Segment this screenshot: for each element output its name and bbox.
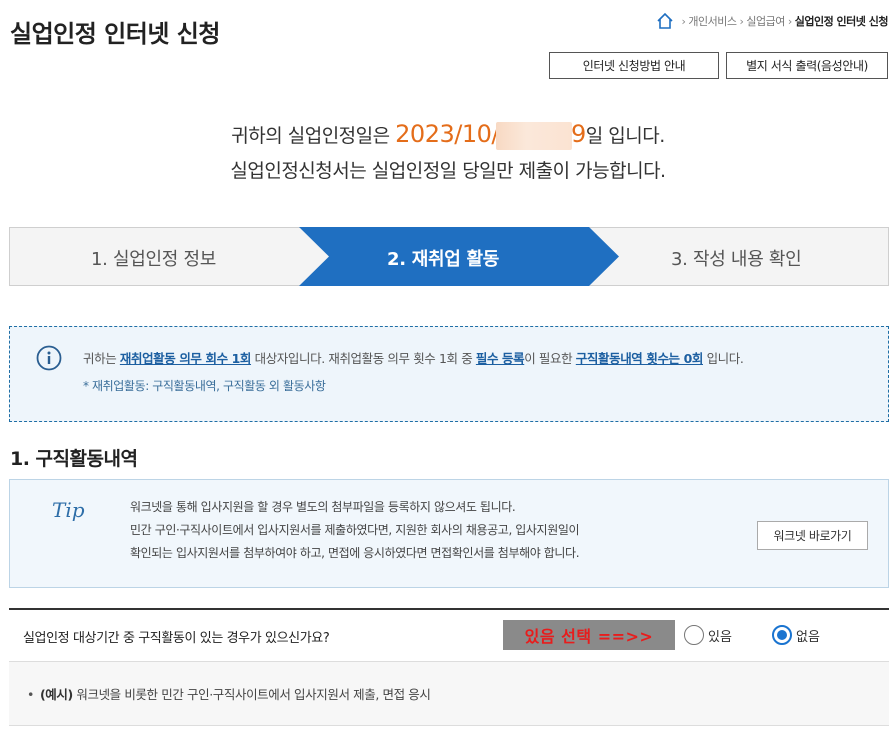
tip-box: Tip 워크넷을 통해 입사지원을 할 경우 별도의 첨부파일을 등록하지 않으…: [9, 479, 889, 588]
step-3: 3. 작성 내용 확인: [671, 249, 802, 270]
worknet-shortcut-button[interactable]: 워크넷 바로가기: [757, 521, 868, 550]
tip-text: 워크넷을 통해 입사지원을 할 경우 별도의 첨부파일을 등록하지 않으셔도 됩…: [130, 500, 580, 560]
progress-steps: 1. 실업인정 정보 2. 재취업 활동 3. 작성 내용 확인: [9, 227, 889, 286]
activity-definition-note: * 재취업활동: 구직활동내역, 구직활동 외 활동사항: [83, 379, 326, 393]
redaction-blur: [496, 122, 573, 150]
radio-yes-circle[interactable]: [684, 625, 704, 645]
radio-no[interactable]: 없음: [772, 625, 820, 645]
breadcrumb-item-current: 실업인정 인터넷 신청: [794, 15, 889, 28]
breadcrumb: › 개인서비스 › 실업급여 › 실업인정 인터넷 신청: [656, 12, 889, 30]
breadcrumb-item-personal[interactable]: 개인서비스: [688, 13, 737, 29]
section-title: 1. 구직활동내역: [10, 448, 138, 470]
submission-rule-notice: 실업인정신청서는 실업인정일 당일만 제출이 가능합니다.: [230, 160, 666, 182]
form-print-button[interactable]: 별지 서식 출력(음성안내): [726, 52, 888, 79]
example-text: • (예시) 워크넷을 비롯한 민간 구인·구직사이트에서 입사지원서 제출, 면…: [27, 687, 431, 702]
certification-date-notice: 귀하의 실업인정일은 2023/10/9일 입니다.: [231, 120, 665, 150]
step-2-active: 2. 재취업 활동: [387, 249, 499, 270]
chevron-right-icon: ›: [681, 14, 686, 28]
required-registration-link[interactable]: 필수 등록: [476, 351, 525, 366]
obligation-text: 귀하는 재취업활동 의무 회수 1회 대상자입니다. 재취업활동 의무 횟수 1…: [83, 351, 744, 366]
application-guide-button[interactable]: 인터넷 신청방법 안내: [549, 52, 719, 79]
breadcrumb-item-benefit[interactable]: 실업급여: [746, 13, 785, 29]
job-search-question-row: 실업인정 대상기간 중 구직활동이 있는 경우가 있으신가요? 있음 선택 ==…: [9, 608, 889, 662]
certification-date: 2023/10/9: [395, 120, 586, 150]
page-title: 실업인정 인터넷 신청: [10, 20, 220, 48]
obligation-count-link[interactable]: 재취업활동 의무 회수 1회: [120, 351, 252, 366]
chevron-right-icon: ›: [787, 14, 792, 28]
tip-label: Tip: [52, 498, 85, 522]
radio-no-circle[interactable]: [772, 625, 792, 645]
example-row: • (예시) 워크넷을 비롯한 민간 구인·구직사이트에서 입사지원서 제출, 면…: [9, 662, 889, 726]
obligation-info-box: 귀하는 재취업활동 의무 회수 1회 대상자입니다. 재취업활동 의무 횟수 1…: [9, 326, 889, 422]
select-yes-annotation: 있음 선택 ==>>: [503, 620, 675, 650]
info-icon: [36, 345, 62, 371]
chevron-right-icon: ›: [739, 14, 744, 28]
step-1: 1. 실업인정 정보: [91, 249, 216, 270]
radio-yes[interactable]: 있음: [684, 625, 732, 645]
bullet-icon: •: [27, 687, 34, 702]
job-search-count-link[interactable]: 구직활동내역 횟수는 0회: [576, 351, 704, 366]
home-icon[interactable]: [656, 12, 674, 30]
job-search-question: 실업인정 대상기간 중 구직활동이 있는 경우가 있으신가요?: [23, 631, 330, 646]
